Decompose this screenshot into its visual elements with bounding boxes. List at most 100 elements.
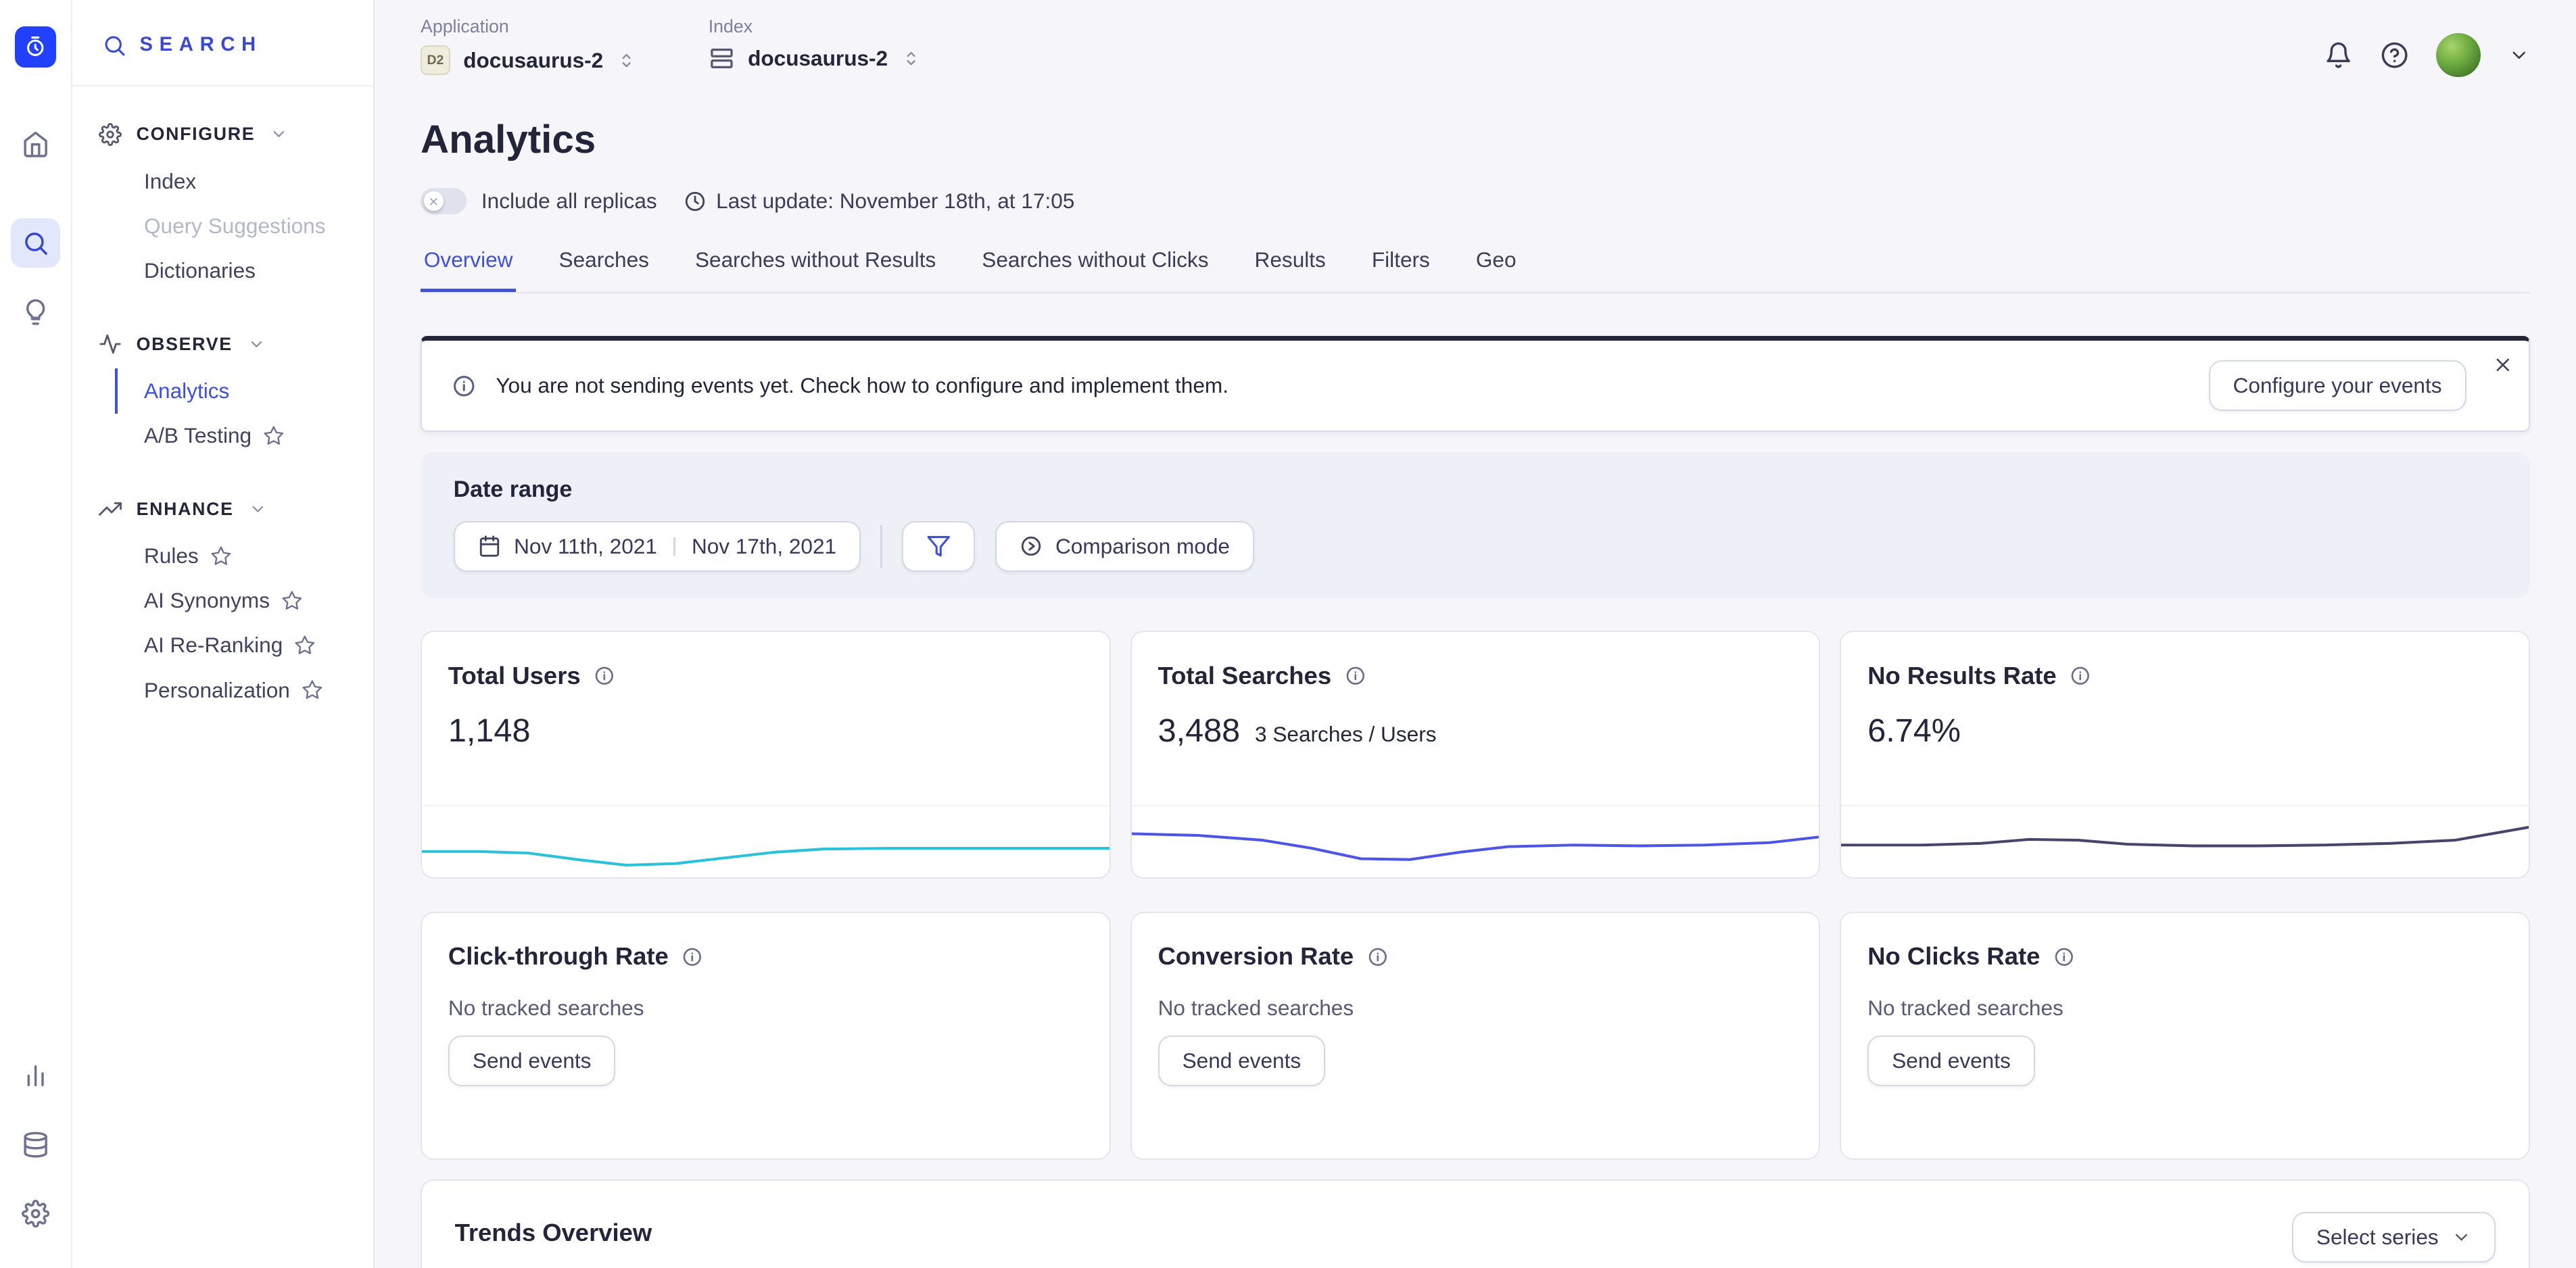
- section-label: OBSERVE: [137, 334, 233, 355]
- sidebar-item-query-suggestions[interactable]: Query Suggestions: [115, 203, 373, 248]
- date-range-controls: Nov 11th, 2021 Nov 17th, 2021 Comparison…: [454, 521, 2498, 572]
- avatar[interactable]: [2436, 33, 2481, 78]
- clock-icon: [684, 190, 707, 213]
- help-icon[interactable]: [2381, 41, 2408, 69]
- bell-icon[interactable]: [2324, 41, 2352, 69]
- sidebar: SEARCH CONFIGURE Index Query Suggestions…: [72, 0, 375, 1268]
- total-searches-sparkline: [1132, 805, 1819, 877]
- star-icon[interactable]: [302, 679, 323, 701]
- chevron-down-icon: [270, 125, 288, 143]
- metric-card-title: Total Users: [448, 662, 581, 690]
- search-brand-icon: [102, 33, 126, 57]
- close-icon[interactable]: [2492, 354, 2514, 376]
- sidebar-item-label: AI Synonyms: [144, 588, 270, 613]
- info-icon[interactable]: [1367, 946, 1389, 968]
- algolia-logo[interactable]: [15, 26, 56, 68]
- section-header-configure[interactable]: CONFIGURE: [72, 113, 373, 159]
- tab-searches-without-clicks[interactable]: Searches without Clicks: [978, 244, 1212, 292]
- info-icon[interactable]: [2053, 946, 2075, 968]
- configure-events-button[interactable]: Configure your events: [2209, 360, 2466, 411]
- sidebar-item-rules[interactable]: Rules: [115, 534, 373, 579]
- sidebar-item-personalization[interactable]: Personalization: [115, 668, 373, 712]
- tab-searches[interactable]: Searches: [556, 244, 652, 292]
- tab-filters[interactable]: Filters: [1368, 244, 1433, 292]
- section-header-enhance[interactable]: ENHANCE: [72, 488, 373, 534]
- application-selector[interactable]: D2 docusaurus-2: [421, 45, 636, 75]
- filters-button[interactable]: [902, 521, 975, 571]
- section-label: CONFIGURE: [137, 124, 256, 145]
- chevron-down-icon: [247, 335, 266, 353]
- trending-up-icon: [99, 497, 122, 520]
- star-icon[interactable]: [281, 590, 303, 612]
- sidebar-item-ai-synonyms[interactable]: AI Synonyms: [115, 579, 373, 623]
- star-icon[interactable]: [210, 545, 232, 567]
- index-value: docusaurus-2: [748, 46, 888, 71]
- application-label: Application: [421, 16, 636, 37]
- star-icon[interactable]: [294, 635, 316, 656]
- account-chevron-down-icon[interactable]: [2508, 45, 2530, 66]
- events-banner: You are not sending events yet. Check ho…: [421, 336, 2530, 432]
- sparkline-path: [422, 848, 1110, 865]
- select-series-button[interactable]: Select series: [2292, 1212, 2496, 1263]
- search-icon: [22, 229, 49, 257]
- comparison-mode-label: Comparison mode: [1055, 534, 1230, 559]
- date-range-panel: Date range Nov 11th, 2021 Nov 17th, 2021: [421, 452, 2530, 598]
- rail-search-button[interactable]: [11, 218, 60, 268]
- empty-state-text: No tracked searches: [1132, 971, 1819, 1020]
- star-icon[interactable]: [263, 425, 285, 447]
- send-events-button[interactable]: Send events: [1867, 1035, 2035, 1086]
- sidebar-item-label: AI Re-Ranking: [144, 633, 283, 658]
- no-results-rate-sparkline: [1841, 805, 2529, 877]
- nav-section-configure: CONFIGURE Index Query Suggestions Dictio…: [72, 113, 373, 293]
- sparkline-path: [1841, 827, 2529, 846]
- section-header-observe[interactable]: OBSERVE: [72, 322, 373, 368]
- analytics-tabs: Overview Searches Searches without Resul…: [421, 244, 2530, 293]
- info-icon[interactable]: [682, 946, 703, 968]
- empty-state-text: No tracked searches: [1841, 971, 2529, 1020]
- sidebar-item-dictionaries[interactable]: Dictionaries: [115, 249, 373, 293]
- index-selector[interactable]: docusaurus-2: [709, 45, 921, 72]
- info-icon[interactable]: [2070, 665, 2091, 687]
- sidebar-item-ab-testing[interactable]: A/B Testing: [115, 414, 373, 458]
- event-card-title: Click-through Rate: [448, 942, 669, 971]
- info-icon[interactable]: [594, 665, 615, 687]
- caret-updown-icon: [901, 49, 921, 68]
- application-selector-group: Application D2 docusaurus-2: [421, 16, 636, 75]
- tab-overview[interactable]: Overview: [421, 244, 516, 292]
- include-replicas-toggle[interactable]: [421, 188, 467, 214]
- gear-icon: [99, 123, 122, 146]
- sidebar-item-ai-re-ranking[interactable]: AI Re-Ranking: [115, 623, 373, 668]
- send-events-button[interactable]: Send events: [448, 1035, 616, 1086]
- tab-geo[interactable]: Geo: [1473, 244, 1519, 292]
- sidebar-item-analytics[interactable]: Analytics: [115, 368, 373, 413]
- product-brand[interactable]: SEARCH: [72, 0, 373, 87]
- rail-recommend-button[interactable]: [11, 287, 60, 337]
- rail-home-button[interactable]: [11, 120, 60, 169]
- toggle-off-x-icon: [429, 197, 439, 207]
- page-content: Analytics Include all replicas Last upda…: [375, 77, 2576, 1268]
- send-events-button[interactable]: Send events: [1158, 1035, 1326, 1086]
- tab-results[interactable]: Results: [1251, 244, 1329, 292]
- sidebar-item-index[interactable]: Index: [115, 159, 373, 203]
- date-range-end: Nov 17th, 2021: [692, 534, 836, 559]
- comparison-mode-button[interactable]: Comparison mode: [995, 521, 1255, 572]
- activity-icon: [99, 333, 122, 356]
- toggle-knob: [424, 191, 444, 211]
- rail-settings-button[interactable]: [11, 1189, 60, 1238]
- metric-card-title: No Results Rate: [1867, 662, 2056, 690]
- metric-subtitle: 3 Searches / Users: [1255, 722, 1437, 747]
- rail-monitoring-button[interactable]: [11, 1051, 60, 1100]
- rail-data-button[interactable]: [11, 1120, 60, 1169]
- info-icon[interactable]: [1345, 665, 1366, 687]
- event-cards-row: Click-through Rate No tracked searches S…: [421, 912, 2530, 1160]
- date-range-picker[interactable]: Nov 11th, 2021 Nov 17th, 2021: [454, 521, 861, 572]
- index-icon: [709, 45, 735, 72]
- sidebar-item-label: Dictionaries: [144, 258, 256, 283]
- chevron-down-icon: [2452, 1227, 2471, 1247]
- metric-value: 1,148: [448, 712, 531, 750]
- tab-searches-without-results[interactable]: Searches without Results: [692, 244, 939, 292]
- icon-rail: [0, 0, 72, 1268]
- app-root: SEARCH CONFIGURE Index Query Suggestions…: [0, 0, 2576, 1268]
- date-separator: [673, 537, 675, 556]
- select-series-label: Select series: [2316, 1225, 2439, 1250]
